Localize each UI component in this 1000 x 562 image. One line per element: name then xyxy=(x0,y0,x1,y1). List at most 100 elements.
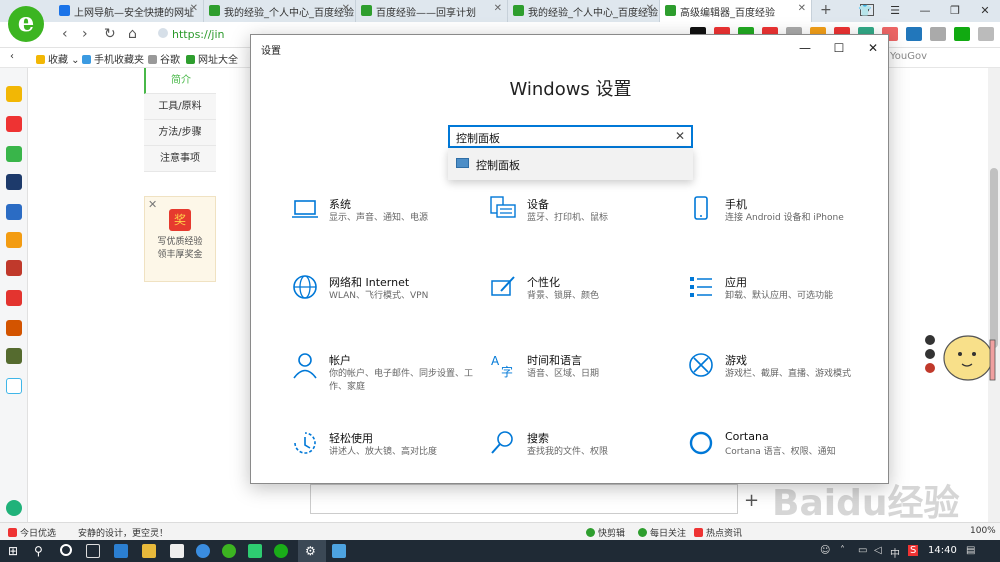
today-picks[interactable]: 今日优选 xyxy=(8,526,56,539)
weibo-icon[interactable] xyxy=(6,116,22,132)
tab-close-icon[interactable]: ✕ xyxy=(798,3,806,14)
tab-3[interactable]: 我的经验_个人中心_百度经验 ✕ xyxy=(508,0,660,22)
settings-search-input[interactable]: 控制面板 ✕ xyxy=(448,125,693,148)
tray-network-icon[interactable]: ▭ xyxy=(858,545,867,556)
search-suggestion[interactable]: 控制面板 xyxy=(448,148,693,180)
settings-category-search[interactable]: 搜索 查找我的文件、权限 xyxy=(489,429,679,479)
sidenav-item-intro[interactable]: 简介 xyxy=(144,68,216,94)
daily-follow-link[interactable]: 每日关注 xyxy=(638,526,686,539)
reward-ad[interactable]: ✕ 奖 写优质经验 领丰厚奖金 xyxy=(144,196,216,282)
wechat-icon[interactable] xyxy=(274,544,288,558)
shirt-icon[interactable]: 👕 xyxy=(850,0,880,22)
tab-close-icon[interactable]: ✕ xyxy=(646,3,654,14)
browser-logo[interactable]: e xyxy=(8,6,44,42)
folder-icon[interactable] xyxy=(142,544,156,558)
star-icon[interactable] xyxy=(6,86,22,102)
app-icon[interactable] xyxy=(196,544,210,558)
edge-icon[interactable] xyxy=(114,544,128,558)
settings-category-devices[interactable]: 设备 蓝牙、打印机、鼠标 xyxy=(489,195,679,245)
redbook-icon[interactable] xyxy=(6,290,22,306)
settings-close-button[interactable]: ✕ xyxy=(857,37,889,59)
battery-icon[interactable] xyxy=(954,27,970,41)
hot-news-link[interactable]: 热点资讯 xyxy=(694,526,742,539)
news-ticker[interactable]: 安静的设计，更空灵！ xyxy=(78,526,168,539)
bookmark-google[interactable]: 谷歌 xyxy=(148,51,180,66)
tab-2[interactable]: 百度经验——回享计划 ✕ xyxy=(356,0,508,22)
tab-close-icon[interactable]: ✕ xyxy=(494,3,502,14)
refresh-button[interactable]: ↻ xyxy=(104,26,116,42)
address-bar[interactable]: https://jin xyxy=(172,25,252,45)
news-icon[interactable] xyxy=(6,174,22,190)
collapse-icon[interactable]: ‹ xyxy=(10,51,14,62)
sidenav-item-steps[interactable]: 方法/步骤 xyxy=(144,120,216,146)
back-button[interactable]: ‹ xyxy=(62,26,68,42)
settings-category-gaming[interactable]: 游戏 游戏栏、截屏、直播、游戏模式 xyxy=(687,351,877,401)
settings-category-system[interactable]: 系统 显示、声音、通知、电源 xyxy=(291,195,481,245)
settings-category-phone[interactable]: 手机 连接 Android 设备和 iPhone xyxy=(687,195,877,245)
app-icon[interactable] xyxy=(6,232,22,248)
close-window-button[interactable]: ✕ xyxy=(970,0,1000,22)
tab-0[interactable]: 上网导航—安全快捷的网址 ✕ xyxy=(54,0,204,22)
site-info-icon[interactable] xyxy=(158,28,168,38)
extension-icon[interactable] xyxy=(906,27,922,41)
gamepad-icon[interactable] xyxy=(978,27,994,41)
game-icon[interactable] xyxy=(6,320,22,336)
bookmark-favorites[interactable]: 收藏 ⌄ xyxy=(36,51,80,66)
settings-category-apps[interactable]: 应用 卸载、默认应用、可选功能 xyxy=(687,273,877,323)
tray-people-icon[interactable]: ☺ xyxy=(820,545,830,556)
image-viewer-icon[interactable] xyxy=(332,544,346,558)
add-app-icon[interactable] xyxy=(6,500,22,516)
clear-search-icon[interactable]: ✕ xyxy=(675,129,685,143)
taskbar-clock[interactable]: 14:40 xyxy=(928,545,957,556)
settings-category-personalization[interactable]: 个性化 背景、锁屏、颜色 xyxy=(489,273,679,323)
tab-close-icon[interactable]: ✕ xyxy=(342,3,350,14)
tray-app-icon[interactable]: S xyxy=(908,545,919,556)
settings-minimize-button[interactable]: — xyxy=(789,37,821,59)
game-icon[interactable] xyxy=(6,260,22,276)
store-icon[interactable] xyxy=(170,544,184,558)
bookmark-mobile[interactable]: 手机收藏夹 xyxy=(82,51,144,66)
notification-icon[interactable]: ▤ xyxy=(966,545,975,556)
sidenav-item-notes[interactable]: 注意事项 xyxy=(144,146,216,172)
settings-category-cortana[interactable]: Cortana Cortana 语言、权限、通知 xyxy=(687,429,877,479)
word-icon[interactable] xyxy=(6,204,22,220)
ime-indicator[interactable]: 中 xyxy=(890,545,900,560)
settings-gear-icon[interactable]: ⚙ xyxy=(305,544,319,558)
game-icon[interactable] xyxy=(6,348,22,364)
bookmark-yougov[interactable]: YouGov xyxy=(890,51,927,62)
tray-chevron-icon[interactable]: ˄ xyxy=(840,545,845,556)
minimize-button[interactable]: — xyxy=(910,0,940,22)
cortana-icon[interactable] xyxy=(60,544,72,556)
tab-1[interactable]: 我的经验_个人中心_百度经验 ✕ xyxy=(204,0,356,22)
settings-category-network[interactable]: 网络和 Internet WLAN、飞行模式、VPN xyxy=(291,273,481,323)
ip-icon[interactable] xyxy=(6,378,22,394)
editor-input-box[interactable] xyxy=(310,484,738,514)
page-scrollbar[interactable] xyxy=(988,68,1000,522)
tray-volume-icon[interactable]: ◁ xyxy=(874,545,882,556)
settings-category-time-language[interactable]: A字 时间和语言 语音、区域、日期 xyxy=(489,351,679,401)
browser-icon[interactable] xyxy=(222,544,236,558)
home-button[interactable]: ⌂ xyxy=(128,26,137,42)
settings-category-ease-of-access[interactable]: 轻松使用 讲述人、放大镜、高对比度 xyxy=(291,429,481,479)
new-tab-button[interactable]: + xyxy=(820,2,832,18)
tab-4-active[interactable]: 高级编辑器_百度经验 ✕ xyxy=(660,0,812,22)
windows-start-icon[interactable]: ⊞ xyxy=(8,544,22,558)
sidenav-item-tools[interactable]: 工具/原料 xyxy=(144,94,216,120)
zoom-level[interactable]: 100% xyxy=(970,526,996,536)
forward-button[interactable]: › xyxy=(82,26,88,42)
left-app-sidebar xyxy=(0,68,28,522)
settings-maximize-button[interactable]: ☐ xyxy=(823,37,855,59)
close-ad-icon[interactable]: ✕ xyxy=(148,198,157,211)
mail-icon[interactable] xyxy=(6,146,22,162)
bookmark-sites[interactable]: 网址大全 xyxy=(186,51,238,66)
tab-close-icon[interactable]: ✕ xyxy=(190,3,198,14)
media-icon[interactable] xyxy=(248,544,262,558)
extension-icon[interactable] xyxy=(930,27,946,41)
add-button[interactable]: + xyxy=(744,490,759,511)
search-icon[interactable]: ⚲ xyxy=(34,544,48,558)
task-view-icon[interactable] xyxy=(86,544,100,558)
menu-icon[interactable]: ☰ xyxy=(880,0,910,22)
quick-edit-link[interactable]: 快剪辑 xyxy=(586,526,625,539)
settings-category-accounts[interactable]: 帐户 你的帐户、电子邮件、同步设置、工作、家庭 xyxy=(291,351,481,401)
restore-button[interactable]: ❐ xyxy=(940,0,970,22)
